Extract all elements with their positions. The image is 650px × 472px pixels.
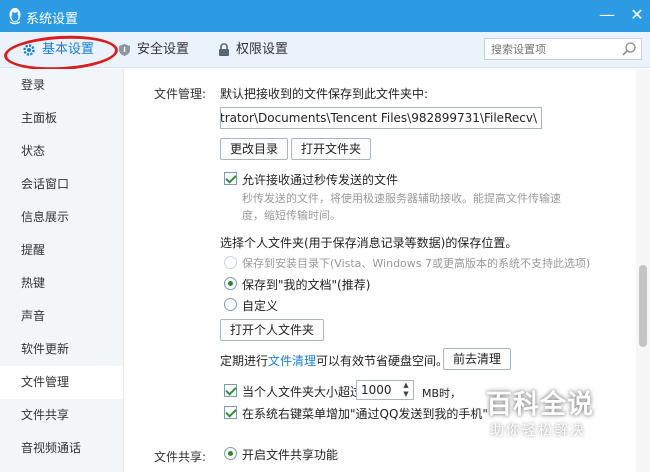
install-dir-option-label: 保存到安装目录下(Vista、Windows 7或更高版本的系统不支持此选项) [242, 257, 591, 270]
cleanup-prefix: 定期进行 [220, 354, 269, 368]
sidebar-item-hotkeys[interactable]: 热键 [0, 267, 123, 300]
file-cleanup-link[interactable]: 文件清理 [268, 354, 316, 368]
file-management-label: 文件管理: [154, 87, 207, 101]
watermark-title: 百科全说 [486, 390, 595, 420]
my-documents-option-label: 保存到"我的文档"(推荐) [242, 278, 371, 292]
sidebar-item-info-display[interactable]: 信息展示 [0, 201, 123, 234]
open-folder-button[interactable]: 打开文件夹 [291, 138, 372, 160]
sidebar: 登录 主面板 状态 会话窗口 信息展示 提醒 热键 声音 软件更新 文件管理 文… [0, 69, 124, 472]
sidebar-item-file-sharing[interactable]: 文件共享 [0, 399, 123, 432]
qq-penguin-icon [9, 8, 21, 25]
tab-permission-settings[interactable]: 权限设置 [218, 32, 288, 68]
sidebar-item-av-call[interactable]: 音视频通话 [0, 432, 123, 465]
my-documents-radio[interactable] [224, 277, 237, 290]
cleanup-suffix: 可以有效节省硬盘空间。 [316, 354, 449, 368]
search-box[interactable] [484, 38, 642, 60]
sidebar-item-login[interactable]: 登录 [0, 69, 123, 102]
shield-icon [119, 43, 130, 56]
sidebar-item-main-panel[interactable]: 主面板 [0, 102, 123, 135]
sidebar-item-sound[interactable]: 声音 [0, 300, 123, 333]
watermark-subtitle: 助你轻松解决 [490, 423, 586, 439]
minimize-button[interactable]: — [596, 4, 618, 26]
stepper-down-icon[interactable]: ▼ [401, 390, 411, 399]
enable-file-sharing-label: 开启文件共享功能 [242, 448, 339, 462]
flash-transfer-description: 秒传发送的文件，将使用极速服务器辅助接收。能提高文件传输速 [242, 192, 561, 205]
enable-file-sharing-radio[interactable] [224, 447, 237, 460]
search-icon[interactable] [621, 41, 637, 57]
tab-security-settings[interactable]: 安全设置 [118, 32, 189, 68]
sidebar-item-software-update[interactable]: 软件更新 [0, 333, 123, 366]
file-sharing-label: 文件共享: [154, 450, 207, 464]
personal-folder-title: 选择个人文件夹(用于保存消息记录等数据)的保存位置。 [220, 236, 518, 250]
custom-location-option-label: 自定义 [242, 299, 279, 313]
context-menu-label: 在系统右键菜单增加"通过QQ发送到我的手机" [242, 407, 488, 421]
flash-transfer-description: 度，缩短传输时间。 [242, 209, 341, 222]
open-personal-folder-button[interactable]: 打开个人文件夹 [220, 319, 325, 341]
vertical-scrollbar[interactable] [636, 69, 650, 472]
watermark: 百科全说 助你轻松解决 [480, 384, 610, 444]
size-limit-unit: MB时， [422, 387, 462, 400]
stepper-up-icon[interactable]: ▲ [401, 381, 411, 390]
download-path-value: C:\Users\Administrator\Documents\Tencent… [220, 111, 537, 125]
window-title: 系统设置 [26, 12, 79, 27]
save-location-description: 默认把接收到的文件保存到此文件夹中: [220, 87, 429, 101]
sidebar-item-file-management[interactable]: 文件管理 [0, 366, 123, 399]
search-input[interactable] [485, 39, 613, 59]
size-limit-value: 1000 [361, 383, 392, 397]
close-button[interactable]: ✕ [626, 4, 648, 26]
sidebar-item-reminder[interactable]: 提醒 [0, 234, 123, 267]
download-path-field[interactable]: C:\Users\Administrator\Documents\Tencent… [220, 107, 542, 129]
allow-flash-transfer-checkbox[interactable] [224, 172, 237, 185]
allow-flash-transfer-label: 允许接收通过秒传发送的文件 [242, 173, 399, 187]
custom-location-radio[interactable] [224, 298, 237, 311]
size-limit-stepper[interactable]: 1000 ▲ ▼ [356, 380, 414, 400]
scrollbar-thumb[interactable] [639, 265, 647, 347]
size-limit-checkbox[interactable] [224, 384, 237, 397]
title-bar: 系统设置 — ✕ [0, 0, 650, 32]
cleanup-hint: 定期进行文件清理可以有效节省硬盘空间。 [220, 352, 448, 369]
tab-label: 权限设置 [236, 42, 289, 57]
lock-icon [219, 42, 229, 56]
sidebar-item-chat-window[interactable]: 会话窗口 [0, 168, 123, 201]
tab-label: 安全设置 [137, 42, 190, 57]
context-menu-checkbox[interactable] [224, 406, 237, 419]
go-cleanup-button[interactable]: 前去清理 [443, 348, 512, 370]
sidebar-item-status[interactable]: 状态 [0, 135, 123, 168]
change-directory-button[interactable]: 更改目录 [220, 138, 289, 160]
install-dir-radio [224, 256, 237, 269]
size-limit-label: 当个人文件夹大小超过 [242, 385, 363, 399]
